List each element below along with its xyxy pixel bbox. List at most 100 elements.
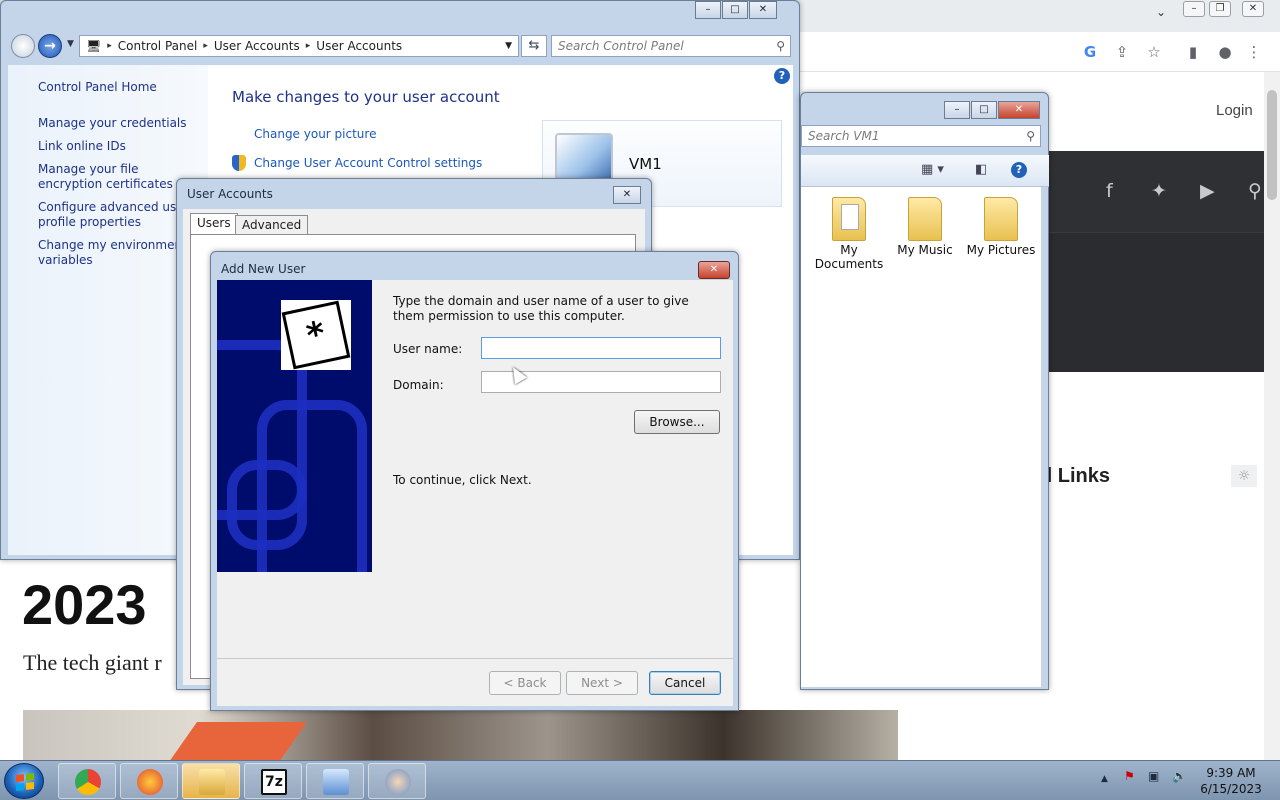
music-folder-icon: [908, 197, 942, 241]
minimize-icon[interactable]: –: [695, 1, 721, 19]
browser-scrollbar-thumb[interactable]: [1267, 90, 1277, 200]
sidebar-item-env-vars[interactable]: Change my environment variables: [38, 238, 198, 268]
control-panel-icon: 🖥: [86, 39, 102, 53]
help-icon[interactable]: ?: [774, 68, 790, 84]
menu-icon[interactable]: ⋮: [1244, 42, 1264, 62]
forward-button[interactable]: →: [38, 34, 62, 58]
breadcrumb-sep-icon: ▸: [107, 41, 112, 51]
page-title: Make changes to your user account: [232, 88, 500, 106]
folder-label: My Documents: [814, 243, 884, 271]
maximize-icon[interactable]: □: [722, 1, 748, 19]
browse-button[interactable]: Browse...: [634, 410, 720, 434]
preview-pane-icon[interactable]: ◧: [975, 162, 987, 177]
help-icon[interactable]: ?: [1011, 162, 1027, 178]
breadcrumb-item[interactable]: User Accounts: [214, 39, 300, 53]
show-hidden-icons-icon[interactable]: ▲: [1101, 774, 1108, 784]
sidebar-item-profile[interactable]: Configure advanced user profile properti…: [38, 200, 198, 230]
minimize-icon[interactable]: –: [1183, 1, 1205, 17]
twitter-icon[interactable]: ✦: [1151, 180, 1167, 202]
profile-icon[interactable]: ●: [1215, 42, 1235, 62]
folder-item[interactable]: My Pictures: [965, 197, 1037, 257]
user-key-icon: *: [281, 300, 351, 370]
volume-muted-icon[interactable]: 🔈: [1172, 769, 1187, 783]
ex-caption-buttons: – □ ✕: [944, 101, 1040, 119]
links-heading: d Links: [1040, 465, 1111, 487]
breadcrumb[interactable]: 🖥 ▸ Control Panel ▸ User Accounts ▸ User…: [79, 35, 519, 57]
history-dropdown-icon[interactable]: ▼: [67, 39, 74, 49]
search-placeholder: Search Control Panel: [558, 39, 684, 53]
close-icon[interactable]: ✕: [698, 261, 730, 279]
sidebar-item-credentials[interactable]: Manage your credentials: [38, 116, 198, 131]
network-icon[interactable]: ▣: [1148, 769, 1159, 783]
close-icon[interactable]: ✕: [613, 186, 641, 204]
close-icon[interactable]: ✕: [998, 101, 1040, 119]
domain-label: Domain:: [393, 378, 444, 392]
refresh-icon[interactable]: ⇆: [521, 35, 547, 57]
windows-logo-icon: [16, 773, 34, 791]
breadcrumb-sep-icon: ▸: [305, 41, 311, 51]
chevron-down-icon[interactable]: ⌄: [1150, 6, 1172, 22]
add-new-user-dialog: Add New User ✕ * Type the domain and use…: [210, 251, 739, 711]
search-icon[interactable]: ⚲: [1248, 180, 1262, 202]
sidebar-item-online-ids[interactable]: Link online IDs: [38, 139, 198, 154]
taskbar-app-explorer[interactable]: [182, 763, 240, 799]
folder-item[interactable]: My Documents: [813, 197, 885, 271]
uac-shield-icon: [232, 155, 246, 171]
facebook-icon[interactable]: f: [1106, 180, 1113, 202]
change-picture-link[interactable]: Change your picture: [254, 127, 376, 141]
star-icon[interactable]: ☆: [1144, 42, 1164, 62]
taskbar-app-user-accounts[interactable]: [368, 763, 426, 799]
uac-settings-link[interactable]: Change User Account Control settings: [254, 156, 482, 170]
back-button[interactable]: [11, 34, 35, 58]
tab-users[interactable]: Users: [190, 213, 238, 235]
close-icon[interactable]: ✕: [1242, 1, 1264, 17]
continue-text: To continue, click Next.: [393, 473, 532, 487]
cancel-button[interactable]: Cancel: [649, 671, 721, 695]
login-link[interactable]: Login: [1216, 102, 1253, 119]
breadcrumb-item[interactable]: Control Panel: [118, 39, 198, 53]
explorer-search-input[interactable]: Search VM1 ⚲: [801, 125, 1041, 147]
taskbar-app-control-panel[interactable]: [306, 763, 364, 799]
control-panel-icon: [323, 769, 349, 795]
back-button[interactable]: < Back: [489, 671, 561, 695]
folder-icon: [832, 197, 866, 241]
taskbar-app-7zip[interactable]: 7z: [244, 763, 302, 799]
address-dropdown-icon[interactable]: ▼: [505, 41, 512, 51]
search-input[interactable]: Search Control Panel ⚲: [551, 35, 791, 57]
add-new-user-body: * Type the domain and user name of a use…: [217, 280, 733, 706]
breadcrumb-item[interactable]: User Accounts: [316, 39, 402, 53]
restore-icon[interactable]: ❐: [1209, 1, 1231, 17]
minimize-icon[interactable]: –: [944, 101, 970, 119]
cp-caption-buttons: – □ ✕: [695, 1, 777, 19]
sidebar-item-encryption[interactable]: Manage your file encryption certificates: [38, 162, 198, 192]
address-bar: → ▼ 🖥 ▸ Control Panel ▸ User Accounts ▸ …: [9, 33, 791, 59]
youtube-icon[interactable]: ▶: [1200, 180, 1215, 202]
maximize-icon[interactable]: □: [971, 101, 997, 119]
dialog-title: Add New User: [221, 262, 306, 276]
next-button[interactable]: Next >: [566, 671, 638, 695]
view-options-icon[interactable]: ▦ ▾: [921, 162, 944, 177]
action-center-icon[interactable]: ⚑: [1124, 769, 1135, 783]
pictures-folder-icon: [984, 197, 1018, 241]
wizard-banner: *: [217, 280, 372, 572]
tab-advanced[interactable]: Advanced: [235, 215, 309, 235]
clock[interactable]: 9:39 AM 6/15/2023: [1196, 765, 1266, 797]
share-icon[interactable]: ⇪: [1112, 42, 1132, 62]
dialog-title: User Accounts: [187, 187, 273, 201]
folder-item[interactable]: My Music: [889, 197, 961, 257]
start-button[interactable]: [4, 763, 44, 799]
search-icon: ⚲: [1026, 129, 1035, 143]
taskbar-app-chrome[interactable]: [58, 763, 116, 799]
explorer-window: – □ ✕ Search VM1 ⚲ ▦ ▾ ◧ ? My Documents …: [800, 92, 1049, 690]
article-subtitle: The tech giant r: [23, 650, 162, 675]
sidebar-item-home[interactable]: Control Panel Home: [38, 80, 198, 95]
taskbar-app-firefox[interactable]: [120, 763, 178, 799]
google-icon[interactable]: G: [1080, 42, 1100, 62]
photo-accent: [168, 722, 308, 760]
theme-toggle-icon[interactable]: ☼: [1231, 465, 1257, 487]
users-icon: [385, 769, 411, 795]
taskbar: 7z ▲ ⚑ ▣ 🔈 9:39 AM 6/15/2023: [0, 760, 1280, 800]
close-icon[interactable]: ✕: [749, 1, 777, 19]
username-field[interactable]: [481, 337, 721, 359]
sidepanel-icon[interactable]: ▮: [1183, 42, 1203, 62]
